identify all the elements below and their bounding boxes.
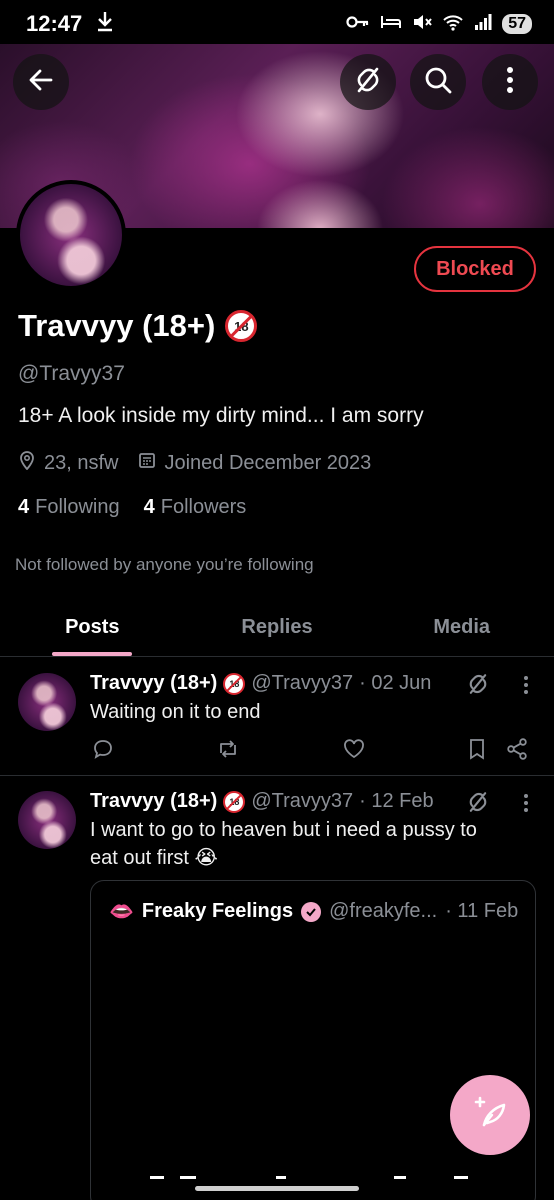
quoted-post-header: 👄 Freaky Feelings @freakyfe... · 11 Feb: [109, 899, 518, 924]
home-gesture-bar[interactable]: [195, 1186, 359, 1191]
no-under-18-icon: 18: [223, 672, 246, 695]
profile-avatar[interactable]: [16, 180, 126, 290]
post-text: I want to go to heaven but i need a puss…: [90, 819, 477, 869]
search-icon: [423, 65, 453, 100]
broken-link-icon[interactable]: [464, 788, 492, 816]
download-icon: [96, 10, 114, 38]
post-author-name[interactable]: Travvyy (18+): [90, 672, 217, 695]
repost-icon[interactable]: [214, 736, 242, 762]
bed-icon: [380, 14, 402, 35]
key-icon: [346, 14, 370, 35]
search-button[interactable]: [410, 54, 466, 110]
status-bar: 12:47 57: [0, 0, 554, 48]
post-avatar[interactable]: [18, 673, 76, 731]
mute-icon: [412, 13, 432, 36]
joined-date: Joined December 2023: [164, 451, 372, 474]
post-author-handle: @Travyy37: [251, 790, 354, 812]
following-link[interactable]: 4 Following: [18, 496, 120, 519]
profile-screen: 12:47 57 Blocked Travvyy (18+) 18 @Travy…: [0, 0, 554, 1200]
more-options-button[interactable]: [482, 54, 538, 110]
profile-meta: 23, nsfw Joined December 2023: [18, 450, 383, 476]
profile-tabs: Posts Replies Media: [0, 598, 554, 656]
post-avatar[interactable]: [18, 791, 76, 849]
post-more-button[interactable]: [516, 790, 536, 816]
blocked-button[interactable]: Blocked: [414, 246, 536, 292]
post-divider: [0, 775, 554, 776]
reply-icon[interactable]: [90, 736, 116, 762]
more-vertical-icon: [506, 66, 514, 99]
broken-link-icon[interactable]: [464, 670, 492, 698]
post-header: Travvyy (18+) 18 @Travyy37 · 12 Feb: [90, 790, 434, 813]
tab-media[interactable]: Media: [369, 598, 554, 656]
compose-feather-icon: [472, 1095, 508, 1136]
no-under-18-icon: 18: [225, 310, 258, 342]
tab-posts[interactable]: Posts: [0, 598, 185, 656]
wifi-icon: [442, 13, 464, 36]
profile-bio: 18+ A look inside my dirty mind... I am …: [18, 404, 424, 427]
location-text: 23, nsfw: [44, 451, 119, 474]
status-time: 12:47: [26, 11, 83, 36]
quote-author-handle: @freakyfe...: [329, 900, 438, 922]
back-button[interactable]: [13, 54, 69, 110]
display-name-text: Travvyy (18+): [18, 308, 216, 343]
profile-display-name: Travvyy (18+) 18: [18, 308, 258, 344]
post-date: · 12 Feb: [359, 790, 434, 812]
location-pin-icon: [18, 450, 36, 476]
post-header: Travvyy (18+) 18 @Travyy37 · 02 Jun: [90, 672, 431, 695]
post-author-name[interactable]: Travvyy (18+): [90, 790, 217, 813]
like-icon[interactable]: [340, 736, 368, 762]
tabs-divider: [0, 656, 554, 657]
broken-link-icon: [353, 65, 383, 100]
profile-handle: @Travyy37: [18, 362, 125, 385]
compose-button[interactable]: [450, 1075, 530, 1155]
quote-author-name: Freaky Feelings: [141, 900, 294, 922]
calendar-icon: [138, 451, 156, 475]
no-under-18-icon: 18: [223, 790, 246, 813]
quote-author-emoji: 👄: [109, 901, 134, 923]
signal-icon: [474, 13, 492, 36]
bookmark-icon[interactable]: [464, 736, 490, 762]
followers-link[interactable]: 4 Followers: [144, 496, 247, 519]
arrow-left-icon: [27, 66, 55, 99]
tab-replies[interactable]: Replies: [185, 598, 370, 656]
post-more-button[interactable]: [516, 672, 536, 698]
post-date: · 02 Jun: [359, 672, 432, 694]
not-followed-notice: Not followed by anyone you’re following: [15, 555, 314, 574]
follow-stats: 4 Following 4 Followers: [18, 496, 246, 519]
quote-date: · 11 Feb: [445, 900, 519, 922]
post-author-handle: @Travyy37: [251, 672, 354, 694]
partial-text-strokes: [150, 1176, 468, 1179]
broken-link-button[interactable]: [340, 54, 396, 110]
post-text: Waiting on it to end: [90, 701, 261, 723]
quoted-post[interactable]: 👄 Freaky Feelings @freakyfe... · 11 Feb: [90, 880, 536, 1200]
share-icon[interactable]: [504, 736, 530, 762]
verified-badge-icon: [301, 901, 322, 922]
battery-indicator: 57: [502, 14, 532, 34]
